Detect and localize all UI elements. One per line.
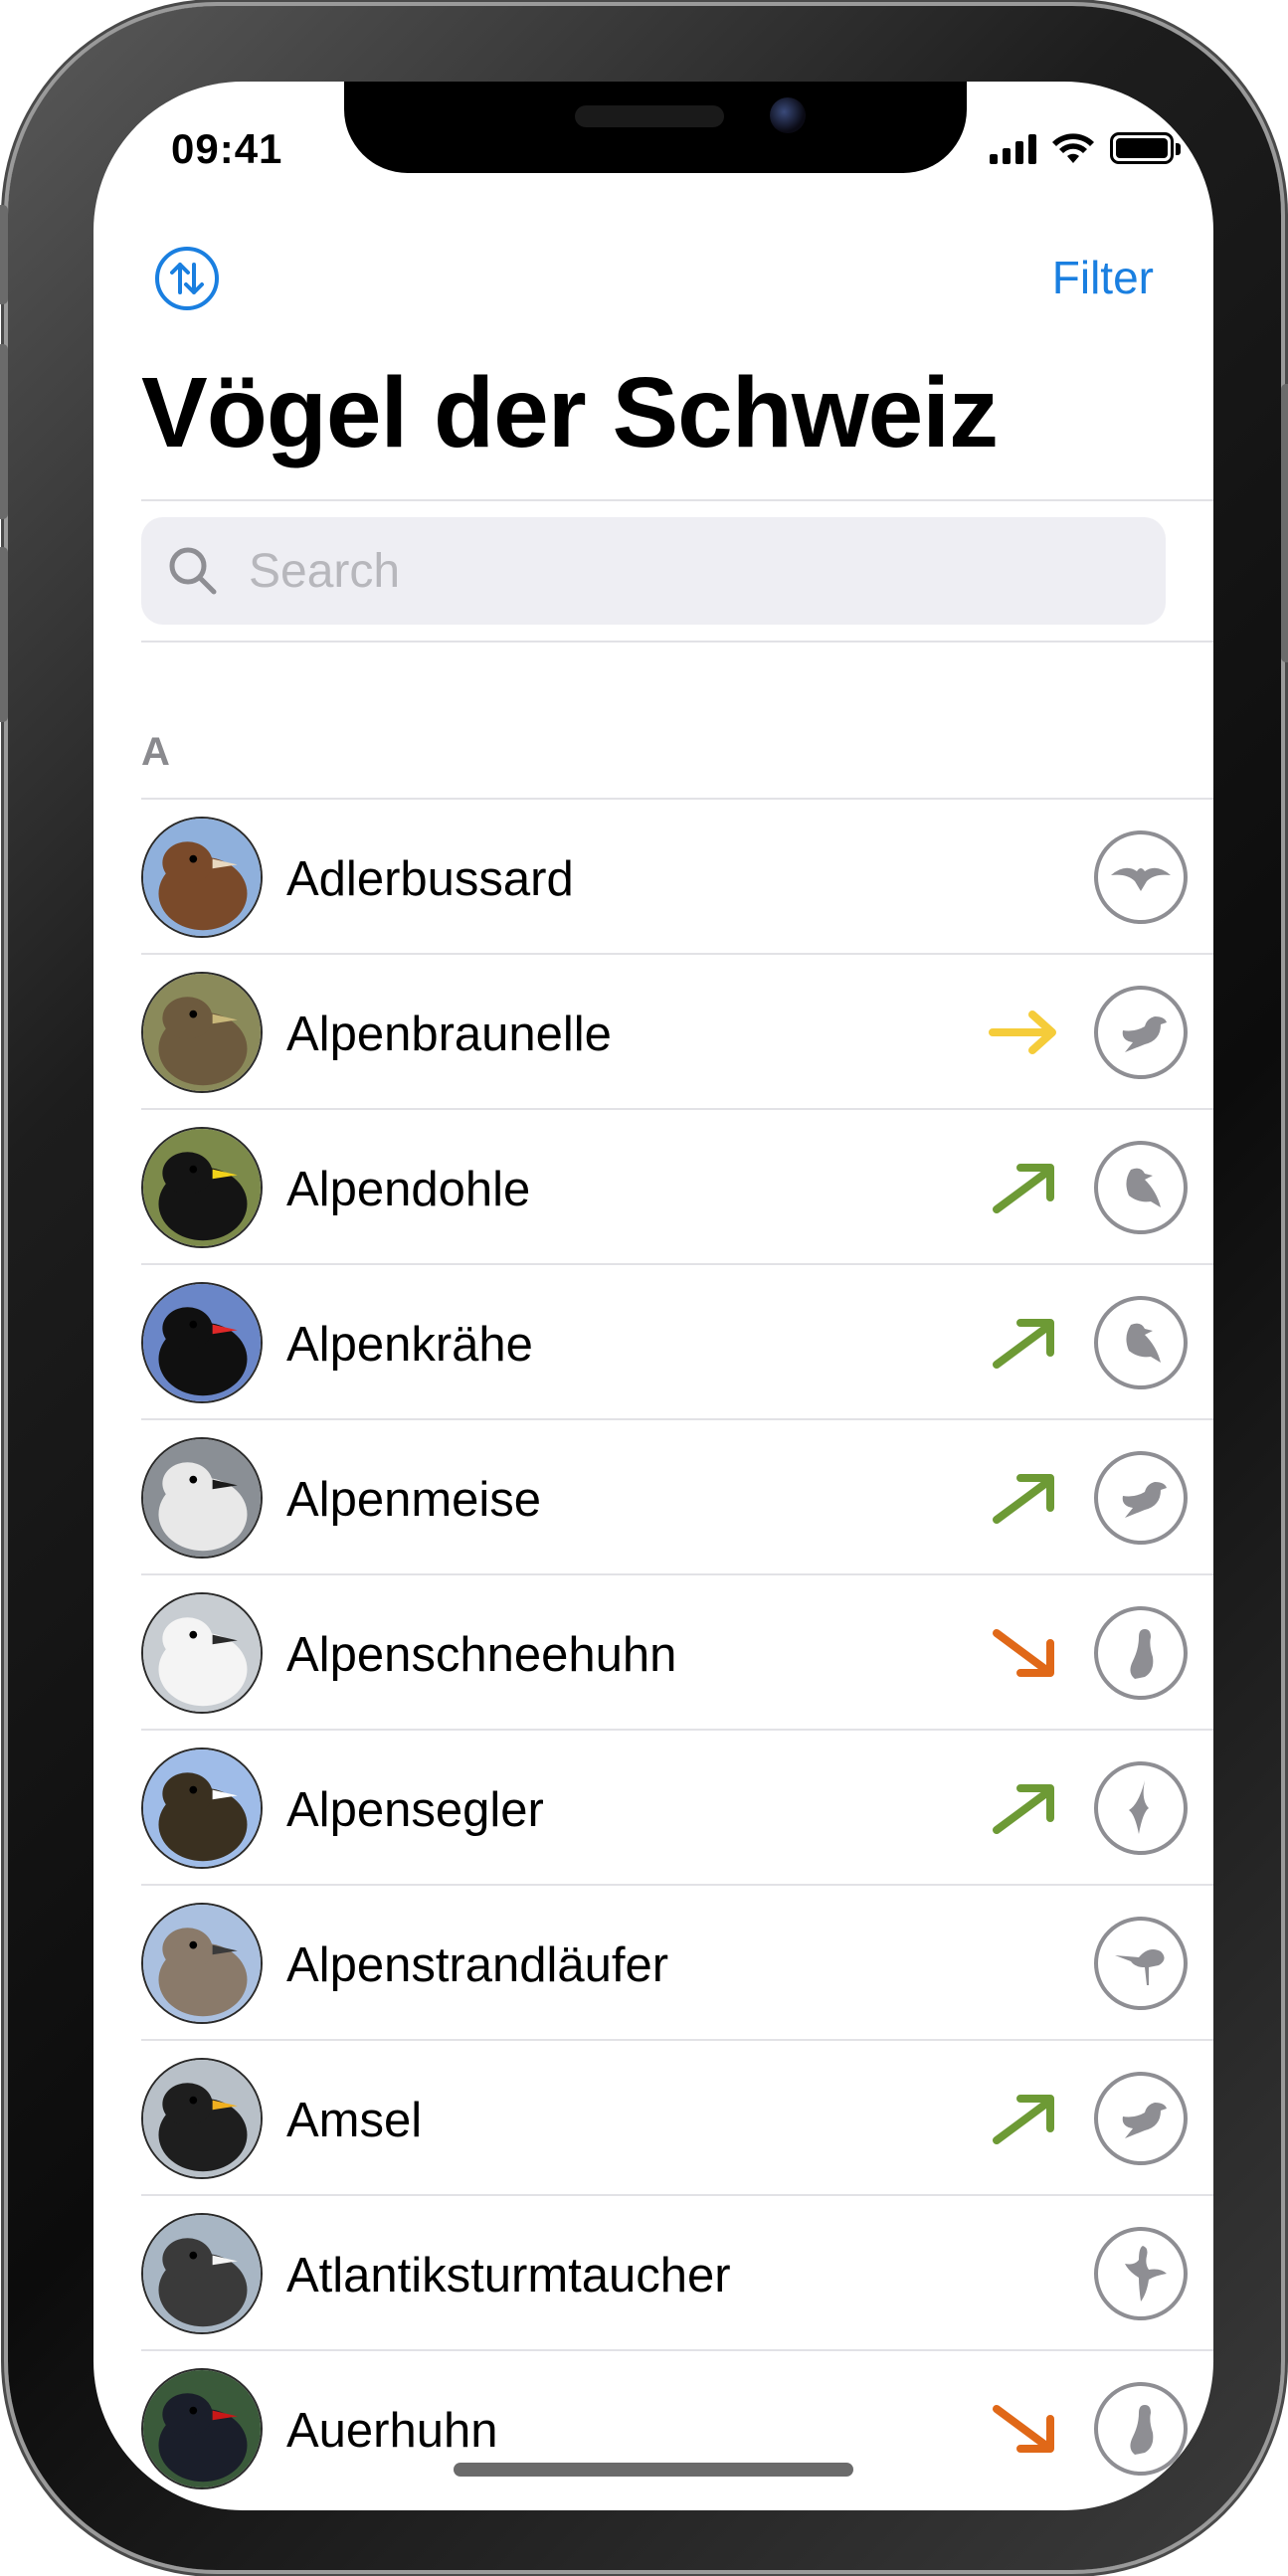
crow-icon: [1094, 1296, 1188, 1389]
bird-name: Alpenstrandläufer: [286, 1938, 669, 1992]
songbird-icon: [1094, 986, 1188, 1079]
bird-name: Adlerbussard: [286, 852, 574, 906]
phone-frame: 09:41 Filter Vögel der Schweiz Search A …: [0, 6, 1288, 2570]
list-item[interactable]: Amsel: [141, 2039, 1213, 2194]
trend-up-arrow-icon: [993, 1319, 1054, 1369]
bird-name: Alpenmeise: [286, 1473, 542, 1527]
screen: 09:41 Filter Vögel der Schweiz Search A …: [93, 82, 1213, 2510]
grouse-icon: [1094, 1606, 1188, 1700]
bird-photo: [141, 1437, 263, 1559]
battery-icon: [1110, 132, 1181, 164]
bird-photo: [141, 1748, 263, 1869]
section-header: A: [141, 730, 170, 774]
cellular-signal-icon: [990, 132, 1036, 164]
list-item[interactable]: Alpensegler: [141, 1729, 1213, 1884]
trend-up-arrow-icon: [993, 1164, 1054, 1213]
list-item[interactable]: Alpenstrandläufer: [141, 1884, 1213, 2039]
bird-photo: [141, 1282, 263, 1403]
search-bar[interactable]: [141, 517, 1166, 625]
divider: [141, 641, 1213, 643]
list-item[interactable]: Alpendohle: [141, 1108, 1213, 1263]
trend-down-arrow-icon: [993, 2405, 1054, 2453]
bird-name: Alpenkrähe: [286, 1318, 533, 1372]
trend-flat-arrow-icon: [989, 1011, 1056, 1054]
divider: [141, 499, 1213, 501]
songbird-icon: [1094, 1451, 1188, 1545]
sort-arrows-icon: [170, 263, 204, 294]
mute-switch: [0, 205, 8, 304]
search-input[interactable]: [249, 543, 1044, 599]
bird-name: Alpenbraunelle: [286, 1008, 612, 1061]
list-item[interactable]: Alpenbraunelle: [141, 953, 1213, 1108]
filter-button[interactable]: Filter: [1052, 251, 1154, 304]
notch: [344, 82, 967, 173]
bird-photo: [141, 2058, 263, 2179]
raptor-icon: [1094, 830, 1188, 924]
list-item[interactable]: Adlerbussard: [141, 798, 1213, 953]
front-camera-icon: [770, 97, 806, 133]
trend-up-arrow-icon: [993, 1474, 1054, 1524]
bird-name: Auerhuhn: [286, 2404, 498, 2458]
wader-icon: [1094, 1917, 1188, 2010]
bird-photo: [141, 972, 263, 1093]
speaker-grille: [575, 105, 724, 127]
wifi-icon: [1052, 133, 1094, 163]
bird-name: Atlantiksturmtaucher: [286, 2249, 731, 2302]
status-icons: [990, 131, 1181, 165]
page-title: Vögel der Schweiz: [141, 357, 999, 468]
bird-photo: [141, 1127, 263, 1248]
list-item[interactable]: Alpenschneehuhn: [141, 1573, 1213, 1729]
songbird-icon: [1094, 2072, 1188, 2165]
bird-name: Alpensegler: [286, 1783, 544, 1837]
bird-photo: [141, 817, 263, 938]
bird-name: Amsel: [286, 2094, 423, 2147]
bird-photo: [141, 1592, 263, 1714]
list-item[interactable]: Alpenkrähe: [141, 1263, 1213, 1418]
trend-up-arrow-icon: [993, 1784, 1054, 1834]
volume-down-button: [0, 547, 8, 722]
home-indicator[interactable]: [454, 2463, 853, 2477]
bird-name: Alpendohle: [286, 1163, 531, 1216]
status-time: 09:41: [171, 125, 283, 172]
list-item[interactable]: Atlantiksturmtaucher: [141, 2194, 1213, 2349]
search-icon: [169, 547, 217, 595]
bird-photo: [141, 2368, 263, 2489]
volume-up-button: [0, 344, 8, 519]
swift-icon: [1094, 1761, 1188, 1855]
trend-up-arrow-icon: [993, 2095, 1054, 2144]
list-item[interactable]: Auerhuhn: [141, 2349, 1213, 2504]
bird-list: Adlerbussard Alpenbraunelle Alpendohle Alpe…: [93, 798, 1213, 2504]
list-item[interactable]: Alpenmeise: [141, 1418, 1213, 1573]
sort-button[interactable]: [155, 247, 219, 310]
bird-photo: [141, 1903, 263, 2024]
trend-down-arrow-icon: [993, 1629, 1054, 1677]
power-button: [1281, 384, 1288, 662]
bird-name: Alpenschneehuhn: [286, 1628, 677, 1682]
seabird-icon: [1094, 2227, 1188, 2320]
bird-photo: [141, 2213, 263, 2334]
grouse-icon: [1094, 2382, 1188, 2476]
crow-icon: [1094, 1141, 1188, 1234]
